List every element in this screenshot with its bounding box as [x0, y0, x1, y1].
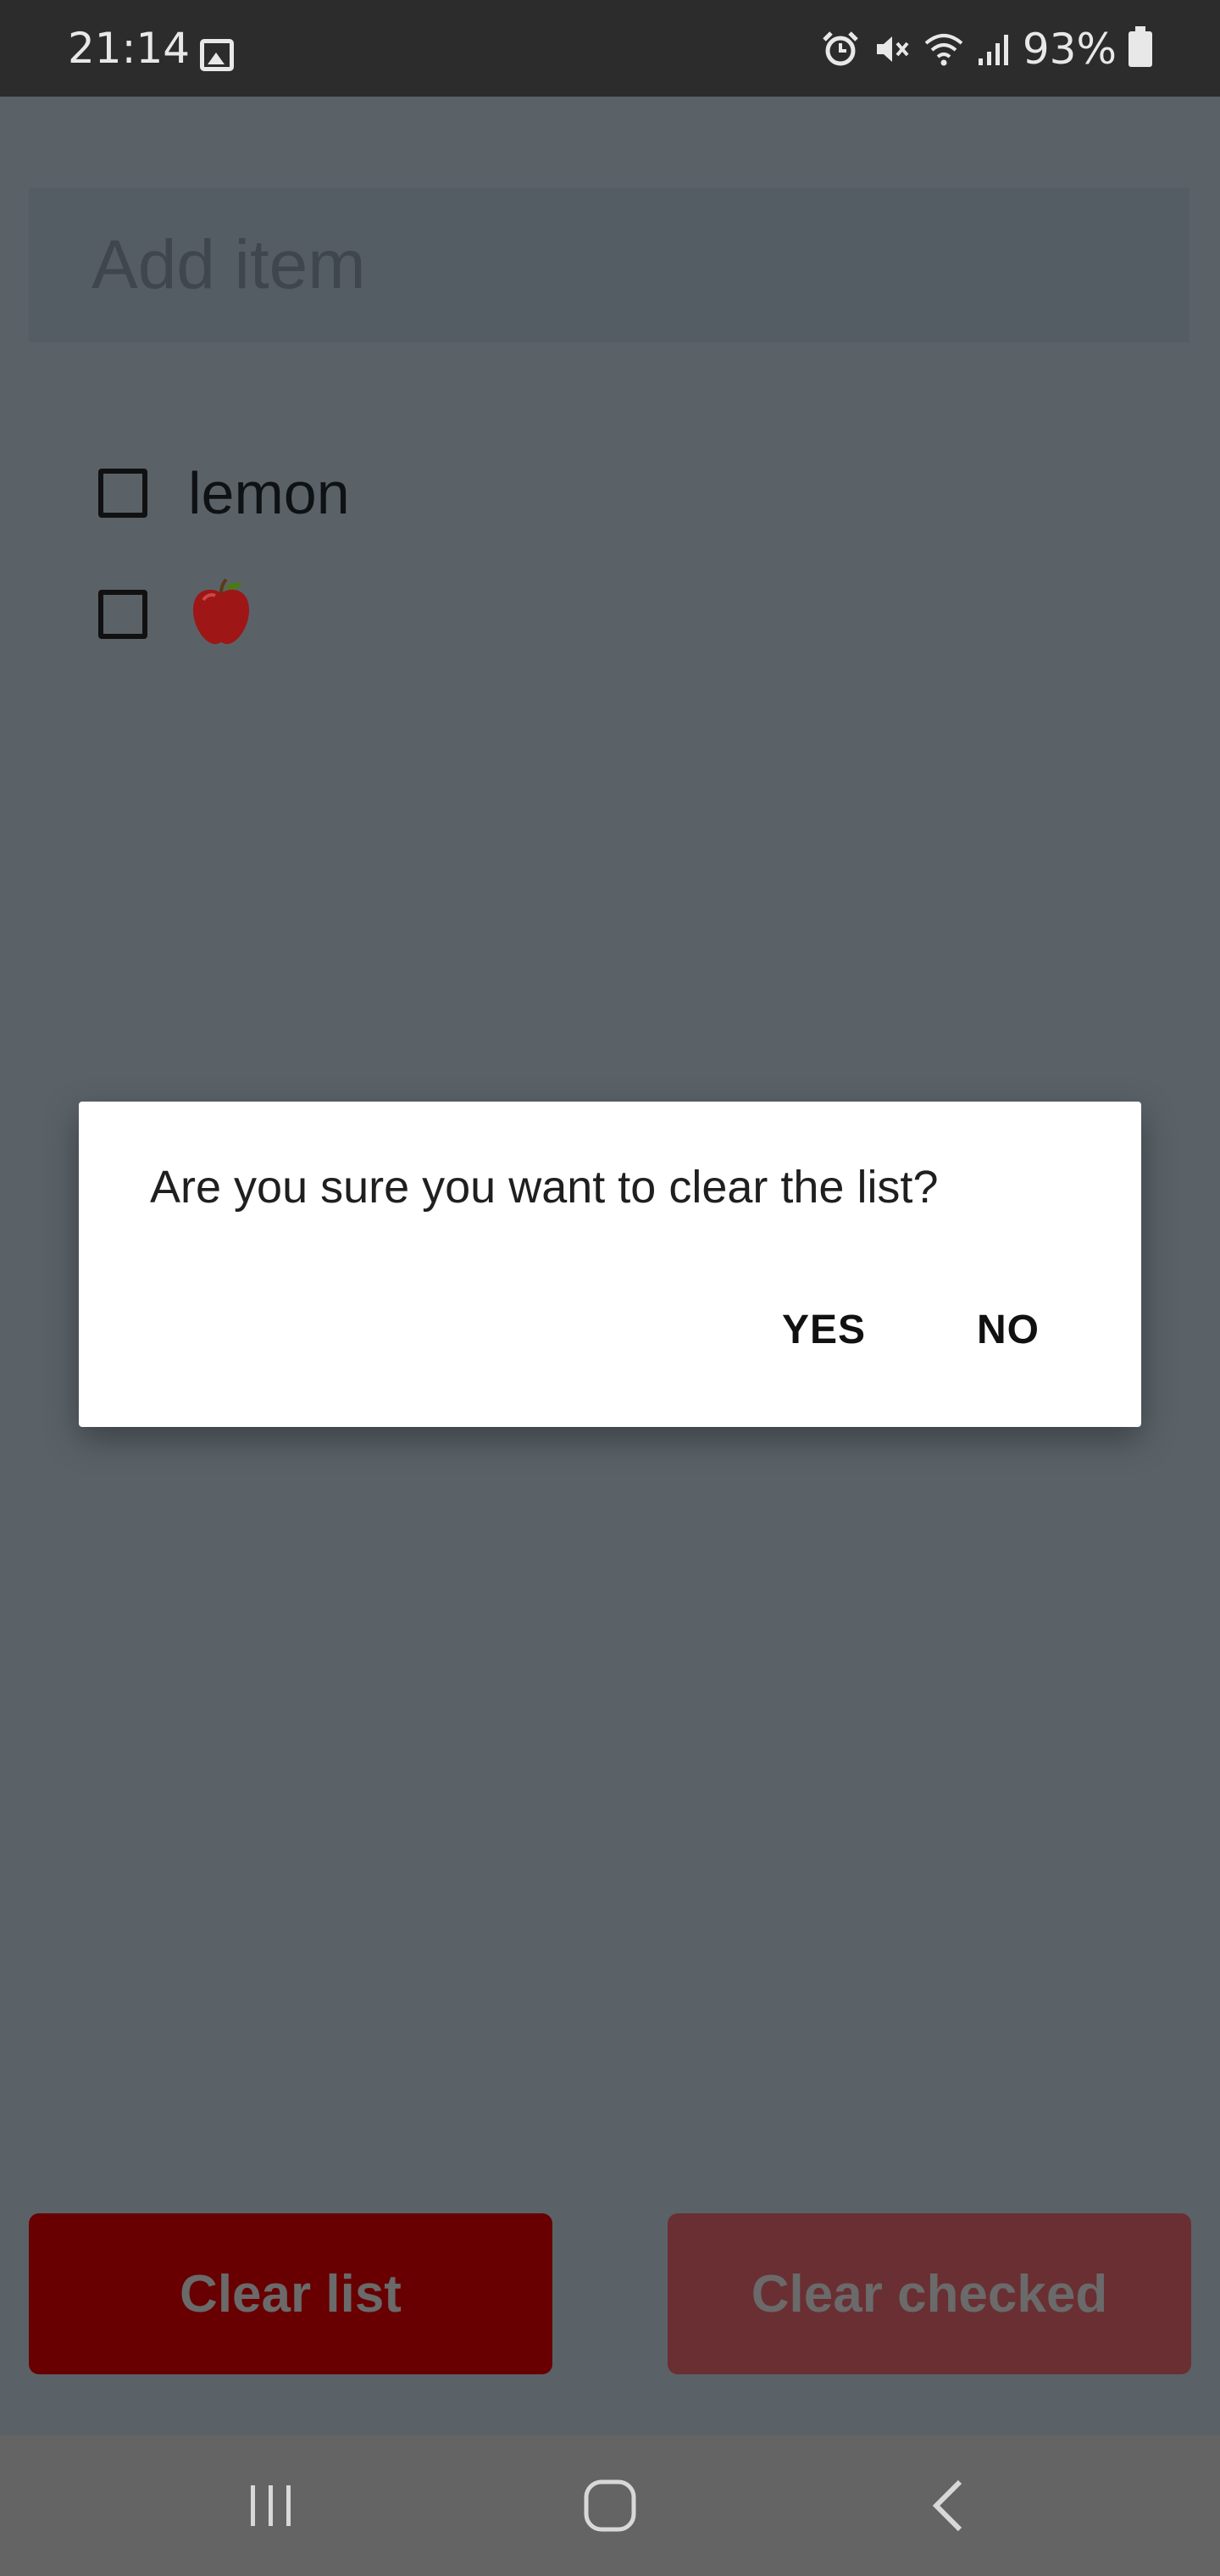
back-button[interactable] [881, 2435, 1017, 2576]
recents-button[interactable] [203, 2435, 339, 2576]
battery-icon [1128, 26, 1152, 67]
home-button[interactable] [542, 2435, 678, 2576]
yes-button[interactable]: YES [765, 1298, 883, 1362]
home-icon [584, 2479, 636, 2532]
no-button[interactable]: NO [960, 1298, 1056, 1362]
item-checkbox[interactable] [98, 469, 147, 518]
item-checkbox[interactable] [98, 590, 147, 639]
clear-checked-button[interactable]: Clear checked [668, 2213, 1191, 2374]
battery-percent: 93% [1022, 25, 1117, 74]
clear-list-button[interactable]: Clear list [29, 2213, 552, 2374]
list-item[interactable]: lemon [98, 459, 350, 527]
list-item[interactable] [98, 578, 256, 651]
add-item-input[interactable] [90, 225, 1190, 306]
item-label: lemon [188, 460, 350, 526]
status-bar: 21:14 93% [0, 0, 1220, 97]
wifi-icon [923, 30, 965, 69]
back-icon [932, 2479, 962, 2532]
navigation-bar [0, 2435, 1220, 2576]
apple-icon [186, 578, 256, 651]
status-time: 21:14 [68, 24, 191, 73]
recents-icon [251, 2485, 291, 2526]
alarm-icon [821, 30, 860, 69]
mute-icon [872, 30, 911, 69]
status-icons: 93% [821, 25, 1152, 73]
gallery-icon [200, 39, 234, 71]
add-item-field[interactable] [29, 188, 1190, 342]
confirm-dialog: Are you sure you want to clear the list?… [79, 1102, 1141, 1427]
dialog-message: Are you sure you want to clear the list? [150, 1162, 939, 1213]
signal-icon [977, 30, 1011, 69]
